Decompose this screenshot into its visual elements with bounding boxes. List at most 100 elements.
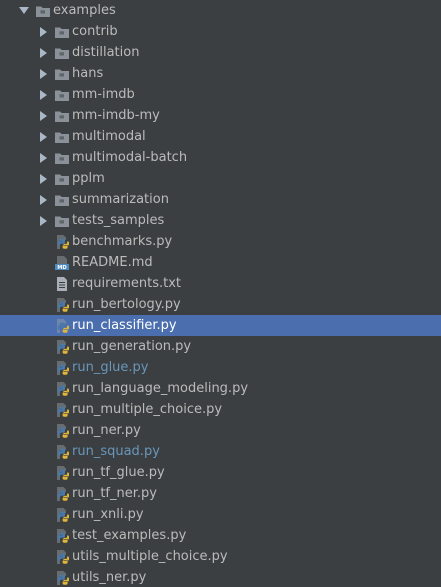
tree-file[interactable]: requirements.txt [0, 273, 441, 294]
project-tree: examples contrib distillation hans mm-imdb mm… [0, 0, 441, 587]
chevron-down-icon[interactable] [18, 0, 30, 21]
python-file-icon [55, 570, 69, 585]
tree-file[interactable]: utils_multiple_choice.py [0, 546, 441, 567]
chevron-right-icon[interactable] [37, 168, 49, 189]
python-file-icon [55, 423, 69, 438]
folder-icon [55, 67, 69, 81]
folder-icon [55, 130, 69, 144]
chevron-right-icon[interactable] [37, 84, 49, 105]
tree-folder[interactable]: contrib [0, 21, 441, 42]
chevron-right-icon[interactable] [37, 42, 49, 63]
tree-file[interactable]: run_generation.py [0, 336, 441, 357]
python-file-icon [55, 234, 69, 249]
tree-file[interactable]: MD README.md [0, 252, 441, 273]
python-file-icon [55, 549, 69, 564]
chevron-right-icon[interactable] [37, 126, 49, 147]
tree-file[interactable]: run_glue.py [0, 357, 441, 378]
tree-folder[interactable]: multimodal [0, 126, 441, 147]
folder-icon [36, 4, 50, 18]
tree-file[interactable]: run_classifier.py [0, 315, 441, 336]
tree-item-label: mm-imdb [72, 87, 135, 102]
chevron-right-icon[interactable] [37, 63, 49, 84]
text-file-icon [55, 276, 69, 291]
tree-item-label: multimodal-batch [72, 150, 188, 165]
tree-folder[interactable]: distillation [0, 42, 441, 63]
python-file-icon [55, 444, 69, 459]
python-file-icon [55, 381, 69, 396]
python-file-icon [55, 486, 69, 501]
tree-folder[interactable]: pplm [0, 168, 441, 189]
tree-folder[interactable]: summarization [0, 189, 441, 210]
folder-icon [55, 46, 69, 60]
python-file-icon [55, 360, 69, 375]
tree-item-label: contrib [72, 24, 118, 39]
tree-item-label: utils_ner.py [72, 570, 147, 585]
python-file-icon [55, 297, 69, 312]
tree-folder[interactable]: mm-imdb [0, 84, 441, 105]
folder-icon [55, 214, 69, 228]
tree-item-label: mm-imdb-my [72, 108, 160, 123]
tree-item-label: pplm [72, 171, 105, 186]
python-file-icon [55, 528, 69, 543]
python-file-icon [55, 318, 69, 333]
tree-file[interactable]: run_bertology.py [0, 294, 441, 315]
tree-item-label: requirements.txt [72, 276, 182, 291]
tree-file[interactable]: run_multiple_choice.py [0, 399, 441, 420]
tree-folder[interactable]: hans [0, 63, 441, 84]
folder-icon [55, 109, 69, 123]
chevron-right-icon[interactable] [37, 210, 49, 231]
python-file-icon [55, 507, 69, 522]
tree-folder[interactable]: tests_samples [0, 210, 441, 231]
tree-file[interactable]: test_examples.py [0, 525, 441, 546]
tree-item-label: run_bertology.py [72, 297, 181, 312]
folder-icon [55, 193, 69, 207]
tree-item-label: distillation [72, 45, 140, 60]
tree-item-label: summarization [72, 192, 169, 207]
tree-item-label: run_ner.py [72, 423, 141, 438]
tree-file[interactable]: run_tf_ner.py [0, 483, 441, 504]
tree-item-label: examples [53, 3, 116, 18]
chevron-right-icon[interactable] [37, 147, 49, 168]
tree-item-label: utils_multiple_choice.py [72, 549, 228, 564]
tree-item-label: run_glue.py [72, 360, 149, 375]
tree-item-label: run_xnli.py [72, 507, 144, 522]
tree-item-label: hans [72, 66, 104, 81]
tree-item-label: run_tf_ner.py [72, 486, 157, 501]
tree-item-label: README.md [72, 255, 153, 270]
tree-item-label: tests_samples [72, 213, 165, 228]
tree-folder[interactable]: multimodal-batch [0, 147, 441, 168]
tree-item-label: multimodal [72, 129, 146, 144]
tree-file[interactable]: run_xnli.py [0, 504, 441, 525]
tree-item-label: run_classifier.py [72, 318, 177, 333]
chevron-right-icon[interactable] [37, 189, 49, 210]
chevron-right-icon[interactable] [37, 105, 49, 126]
tree-file[interactable]: utils_ner.py [0, 567, 441, 587]
folder-icon [55, 88, 69, 102]
tree-item-label: run_tf_glue.py [72, 465, 165, 480]
svg-text:MD: MD [57, 265, 67, 270]
tree-file[interactable]: run_tf_glue.py [0, 462, 441, 483]
folder-icon [55, 151, 69, 165]
tree-file[interactable]: benchmarks.py [0, 231, 441, 252]
tree-file[interactable]: run_language_modeling.py [0, 378, 441, 399]
tree-folder[interactable]: mm-imdb-my [0, 105, 441, 126]
tree-item-examples[interactable]: examples [0, 0, 441, 21]
tree-item-label: test_examples.py [72, 528, 187, 543]
chevron-right-icon[interactable] [37, 21, 49, 42]
tree-file[interactable]: run_ner.py [0, 420, 441, 441]
tree-item-label: run_language_modeling.py [72, 381, 249, 396]
tree-file[interactable]: run_squad.py [0, 441, 441, 462]
